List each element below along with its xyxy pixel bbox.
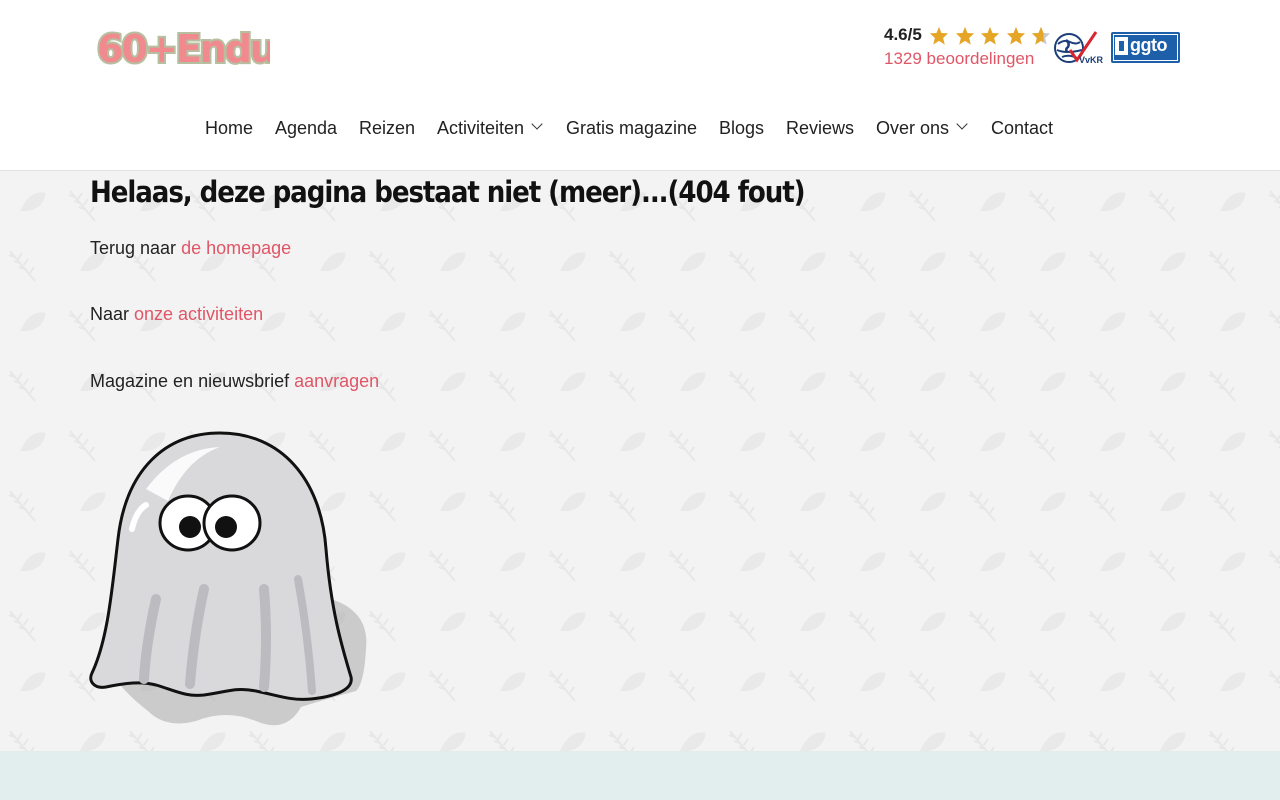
footer-band (0, 751, 1280, 800)
activities-line: Naar onze activiteiten (90, 304, 263, 325)
nav-label: Over ons (876, 118, 950, 138)
star-half-icon (1031, 26, 1051, 45)
rating-stars (929, 26, 1052, 45)
line-text: Magazine en nieuwsbrief (90, 371, 295, 391)
nav-item-blogs[interactable]: Blogs (719, 116, 764, 140)
ghost-illustration (89, 431, 367, 726)
nav-label: Reviews (786, 118, 855, 138)
nav-item-reviews[interactable]: Reviews (786, 116, 854, 140)
star-icon (1006, 26, 1025, 45)
chevron-down-icon (956, 118, 968, 130)
homepage-link[interactable]: de homepage (181, 238, 291, 258)
page-title: Helaas, deze pagina bestaat niet (meer).… (90, 175, 806, 209)
rating-score: 4.6/5 (884, 25, 922, 44)
nav-label: Contact (991, 118, 1054, 138)
ggto-logo[interactable]: ggto (1111, 32, 1180, 63)
nav-label: Home (205, 118, 254, 138)
homepage-line: Terug naar de homepage (90, 238, 291, 259)
nav-item-contact[interactable]: Contact (991, 116, 1053, 140)
nav-item-gratis-magazine[interactable]: Gratis magazine (566, 116, 697, 140)
globe-check-icon: VvKR (1054, 31, 1104, 65)
star-icon (930, 26, 949, 45)
svg-text:VvKR: VvKR (1079, 55, 1104, 65)
nav-item-agenda[interactable]: Agenda (275, 116, 337, 140)
site-header: 60+Endus 4.6/5 1329 beoordelingen VvKR (0, 0, 1280, 171)
logo-graphic: 60+Endus (95, 25, 270, 73)
ggto-mark-icon (1115, 37, 1128, 55)
reviews-count-link[interactable]: 1329 beoordelingen (884, 49, 1052, 69)
nav-item-activiteiten[interactable]: Activiteiten (437, 116, 543, 140)
nav-item-home[interactable]: Home (205, 116, 253, 140)
vakr-logo[interactable]: VvKR (1052, 30, 1104, 66)
nav-item-reizen[interactable]: Reizen (359, 116, 415, 140)
star-icon (955, 26, 974, 45)
site-logo[interactable]: 60+Endus (94, 18, 270, 76)
nav-label: Gratis magazine (566, 118, 698, 138)
rating-widget: 4.6/5 1329 beoordelingen (884, 25, 1052, 69)
nav-label: Activiteiten (437, 118, 525, 138)
nav-label: Agenda (275, 118, 338, 138)
logo-text-outline: 60+Endus (97, 27, 270, 71)
chevron-down-icon (531, 118, 543, 130)
nav-item-over-ons[interactable]: Over ons (876, 116, 968, 140)
main-content: Helaas, deze pagina bestaat niet (meer).… (0, 171, 1280, 751)
activities-link[interactable]: onze activiteiten (134, 304, 263, 324)
magazine-line: Magazine en nieuwsbrief aanvragen (90, 371, 379, 392)
ggto-text: ggto (1130, 35, 1167, 55)
line-text: Terug naar (90, 238, 182, 258)
main-nav: Home Agenda Reizen Activiteiten Gratis m… (0, 116, 1280, 140)
line-text: Naar (90, 304, 135, 324)
nav-label: Blogs (719, 118, 765, 138)
nav-label: Reizen (359, 118, 416, 138)
star-icon (981, 26, 1000, 45)
magazine-request-link[interactable]: aanvragen (294, 371, 379, 391)
